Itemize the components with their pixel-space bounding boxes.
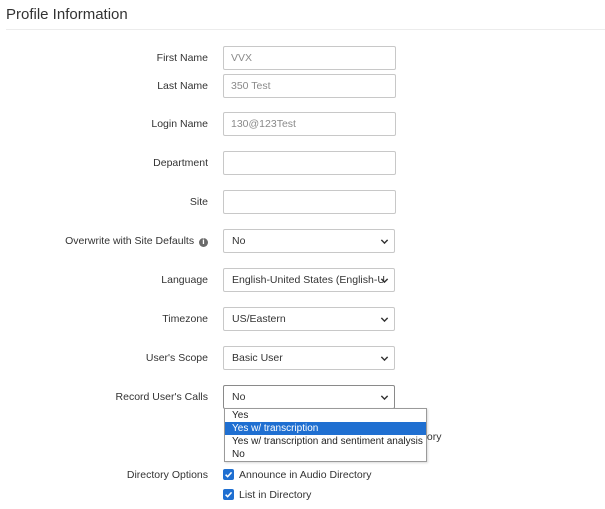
scope-select[interactable]: Basic User bbox=[223, 346, 395, 370]
section-title: Profile Information bbox=[6, 6, 128, 23]
timezone-value: US/Eastern bbox=[232, 313, 286, 325]
last-name-label: Last Name bbox=[157, 80, 208, 92]
site-label: Site bbox=[189, 196, 208, 208]
language-select[interactable]: English-United States (English-U bbox=[223, 268, 395, 292]
announce-checkbox[interactable] bbox=[223, 469, 234, 480]
overwrite-defaults-select[interactable]: No bbox=[223, 229, 395, 253]
dropdown-option-yes-transcription[interactable]: Yes w/ transcription bbox=[225, 422, 426, 435]
language-value: English-United States (English-U bbox=[232, 274, 385, 286]
info-icon[interactable]: i bbox=[199, 238, 208, 247]
department-input[interactable] bbox=[223, 151, 396, 175]
first-name-label: First Name bbox=[156, 52, 208, 64]
scope-label: User's Scope bbox=[145, 352, 208, 364]
language-label: Language bbox=[161, 274, 208, 286]
announce-checkbox-label: Announce in Audio Directory bbox=[239, 469, 372, 481]
chevron-down-icon bbox=[380, 239, 389, 245]
login-name-input[interactable] bbox=[223, 112, 396, 136]
announce-directory-row[interactable]: Announce in Audio Directory bbox=[223, 469, 372, 481]
site-input[interactable] bbox=[223, 190, 396, 214]
dropdown-option-yes-transcription-sentiment[interactable]: Yes w/ transcription and sentiment analy… bbox=[225, 435, 426, 448]
divider bbox=[6, 29, 605, 30]
chevron-down-icon bbox=[380, 356, 389, 362]
first-name-input[interactable] bbox=[223, 46, 396, 70]
dropdown-option-yes[interactable]: Yes bbox=[225, 409, 426, 422]
list-directory-row[interactable]: List in Directory bbox=[223, 489, 311, 501]
chevron-down-icon bbox=[380, 395, 389, 401]
dropdown-option-no[interactable]: No bbox=[225, 448, 426, 461]
last-name-input[interactable] bbox=[223, 74, 396, 98]
record-calls-value: No bbox=[232, 391, 246, 403]
overwrite-defaults-value: No bbox=[232, 235, 246, 247]
checkmark-icon bbox=[225, 491, 233, 498]
scope-value: Basic User bbox=[232, 352, 283, 364]
overwrite-defaults-label-text: Overwrite with Site Defaults bbox=[65, 235, 195, 247]
login-name-label: Login Name bbox=[151, 118, 208, 130]
chevron-down-icon bbox=[380, 317, 389, 323]
timezone-label: Timezone bbox=[162, 313, 208, 325]
record-calls-label: Record User's Calls bbox=[115, 391, 208, 403]
directory-options-label: Directory Options bbox=[126, 469, 208, 481]
record-calls-dropdown[interactable]: Yes Yes w/ transcription Yes w/ transcri… bbox=[224, 408, 427, 462]
list-checkbox[interactable] bbox=[223, 489, 234, 500]
department-label: Department bbox=[153, 157, 208, 169]
timezone-select[interactable]: US/Eastern bbox=[223, 307, 395, 331]
checkmark-icon bbox=[225, 471, 233, 478]
list-checkbox-label: List in Directory bbox=[239, 489, 312, 501]
overwrite-defaults-label: Overwrite with Site Defaults i bbox=[0, 235, 208, 247]
chevron-down-icon bbox=[380, 278, 389, 284]
record-calls-select[interactable]: No bbox=[223, 385, 395, 409]
